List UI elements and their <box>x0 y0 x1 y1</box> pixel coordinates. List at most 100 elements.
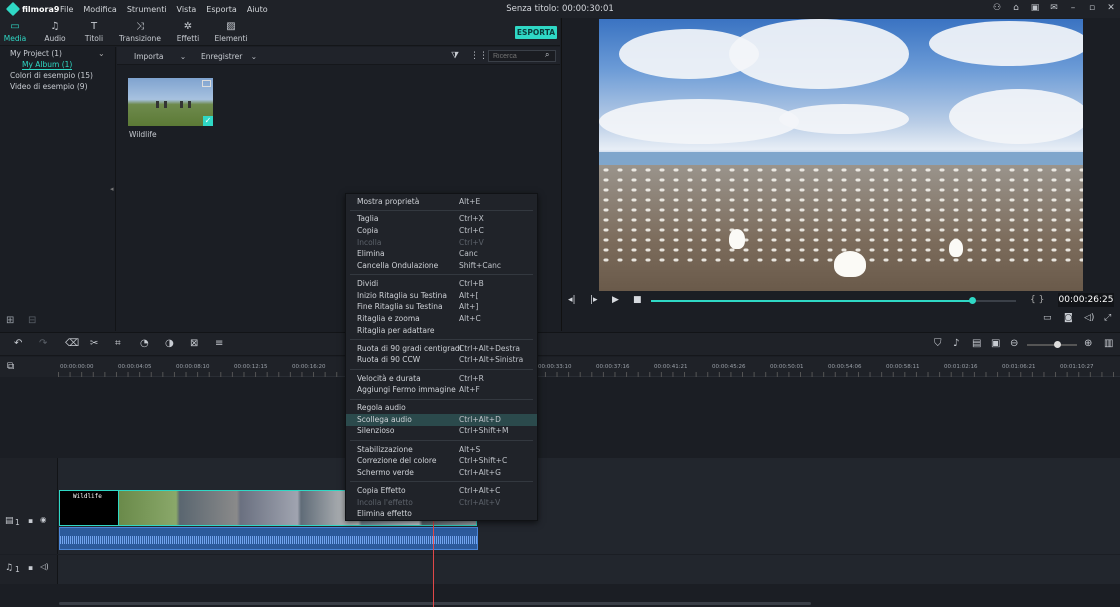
redo-icon[interactable]: ↷ <box>39 338 47 349</box>
menu-aiuto[interactable]: Aiuto <box>247 5 268 14</box>
sidebar-item-colori[interactable]: Colori di esempio (15) <box>10 71 93 80</box>
menu-item-regola-audio[interactable]: Regola audio <box>346 402 537 414</box>
export-button[interactable]: ESPORTA <box>515 26 557 39</box>
tab-audio[interactable]: ♫ Audio <box>44 18 66 46</box>
zoom-handle[interactable] <box>1054 341 1061 348</box>
delete-icon[interactable]: ⌫ <box>65 338 79 349</box>
voiceover-icon[interactable]: ▤ <box>972 338 981 349</box>
tab-elementi[interactable]: ▨ Elementi <box>214 18 248 46</box>
empty-track-area[interactable] <box>0 378 1120 458</box>
title-clip[interactable]: Wildlife <box>59 490 119 526</box>
previous-frame-icon[interactable]: ◂| <box>568 295 576 305</box>
menu-strumenti[interactable]: Strumenti <box>127 5 167 14</box>
menu-item-correzione-colore[interactable]: Correzione del colore Ctrl+Shift+C <box>346 455 537 467</box>
crop-icon[interactable]: ⌗ <box>115 338 121 349</box>
sidebar-item-my-album[interactable]: My Album (1) <box>22 60 73 70</box>
stop-icon[interactable]: ■ <box>633 295 642 305</box>
menu-item-velocita-durata[interactable]: Velocità e durata Ctrl+R <box>346 373 537 385</box>
ruler-label: 00:00:04:05 <box>118 364 152 370</box>
tab-transizione[interactable]: ⤨ Transizione <box>119 18 161 46</box>
menu-item-dividi[interactable]: Dividi Ctrl+B <box>346 278 537 290</box>
zoom-slider[interactable] <box>1027 344 1077 346</box>
menu-vista[interactable]: Vista <box>177 5 197 14</box>
menu-item-label: Ruota di 90 gradi centigradi <box>357 344 462 353</box>
save-icon[interactable]: ▣ <box>1030 2 1040 14</box>
menu-item-taglia[interactable]: Taglia Ctrl+X <box>346 213 537 225</box>
new-folder-icon[interactable]: ⊞ <box>6 315 14 326</box>
tab-media[interactable]: ▭ Media <box>4 18 27 46</box>
collapse-panel-icon[interactable]: ◂ <box>110 185 114 193</box>
menu-item-ritaglia-zooma[interactable]: Ritaglia e zooma Alt+C <box>346 313 537 325</box>
rewind-icon[interactable]: |▸ <box>590 295 598 305</box>
menu-esporta[interactable]: Esporta <box>206 5 237 14</box>
menu-item-fermo-immagine[interactable]: Aggiungi Fermo immagine Alt+F <box>346 384 537 396</box>
menu-item-schermo-verde[interactable]: Schermo verde Ctrl+Alt+G <box>346 467 537 479</box>
timeline-panel-icon[interactable]: ▥ <box>1104 338 1113 349</box>
import-dropdown[interactable]: Importa ⌄ <box>134 52 186 61</box>
menu-item-silenzioso[interactable]: Silenzioso Ctrl+Shift+M <box>346 425 537 437</box>
maximize-icon[interactable]: ▫ <box>1087 2 1097 14</box>
volume-icon[interactable]: ◁) <box>1084 313 1094 323</box>
close-icon[interactable]: ✕ <box>1106 2 1116 14</box>
undo-icon[interactable]: ↶ <box>14 338 22 349</box>
sidebar-item-video[interactable]: Video di esempio (9) <box>10 82 88 91</box>
audio-clip[interactable] <box>59 527 478 550</box>
delete-folder-icon[interactable]: ⊟ <box>28 315 36 326</box>
zoom-out-icon[interactable]: ⊖ <box>1010 338 1018 349</box>
menu-item-copia[interactable]: Copia Ctrl+C <box>346 225 537 237</box>
play-icon[interactable]: ▶ <box>612 295 619 305</box>
menu-item-elimina[interactable]: Elimina Canc <box>346 248 537 260</box>
minimize-icon[interactable]: – <box>1068 2 1078 14</box>
menu-item-scollega-audio[interactable]: Scollega audio Ctrl+Alt+D <box>346 414 537 426</box>
microphone-icon[interactable]: ♪ <box>953 338 959 349</box>
mark-in-out[interactable]: { } <box>1030 295 1044 305</box>
menu-item-ruota-ccw[interactable]: Ruota di 90 CCW Ctrl+Alt+Sinistra <box>346 354 537 366</box>
tab-effetti[interactable]: ✲ Effetti <box>176 18 200 46</box>
menu-item-inizio-ritaglia[interactable]: Inizio Ritaglia su Testina Alt+[ <box>346 290 537 302</box>
filter-icon[interactable]: ⧩ <box>451 51 459 61</box>
snapshot-icon[interactable]: ◙ <box>1064 313 1073 323</box>
menu-item-elimina-effetto[interactable]: Elimina effetto <box>346 508 537 520</box>
sidebar-item-my-project[interactable]: My Project (1) <box>10 49 62 58</box>
menu-item-shortcut: Canc <box>459 249 478 258</box>
render-icon[interactable]: ▣ <box>991 338 1000 349</box>
marker-icon[interactable]: ⛉ <box>934 338 942 349</box>
grid-view-icon[interactable]: ⋮⋮ <box>470 51 488 61</box>
menu-item-stabilizzazione[interactable]: Stabilizzazione Alt+S <box>346 444 537 456</box>
fullscreen-icon[interactable]: ⤢ <box>1104 313 1111 323</box>
mail-icon[interactable]: ✉ <box>1049 2 1059 14</box>
eye-icon[interactable]: ◉ <box>40 515 47 524</box>
ruler-label: 00:00:50:01 <box>770 364 804 370</box>
color-icon[interactable]: ◑ <box>165 338 174 349</box>
green-screen-icon[interactable]: ⊠ <box>190 338 198 349</box>
audio-track[interactable] <box>58 555 1120 584</box>
menu-item-copia-effetto[interactable]: Copia Effetto Ctrl+Alt+C <box>346 485 537 497</box>
speed-icon[interactable]: ◔ <box>140 338 149 349</box>
menu-item-ruota-cw[interactable]: Ruota di 90 gradi centigradi Ctrl+Alt+Des… <box>346 343 537 355</box>
media-thumbnail[interactable] <box>128 78 213 126</box>
menu-file[interactable]: File <box>60 5 73 14</box>
menu-item-mostra-proprieta[interactable]: Mostra proprietà Alt+E <box>346 196 537 208</box>
tab-label: Elementi <box>214 34 248 43</box>
speaker-icon[interactable]: ◁) <box>40 562 49 571</box>
chevron-down-icon[interactable]: ⌄ <box>98 49 105 58</box>
menu-modifica[interactable]: Modifica <box>83 5 116 14</box>
notification-icon[interactable]: ⌂ <box>1011 2 1021 14</box>
search-icon[interactable]: ⌕ <box>545 50 549 60</box>
menu-item-cancella-ondulazione[interactable]: Cancella Ondulazione Shift+Canc <box>346 260 537 272</box>
lock-icon[interactable]: ▪ <box>28 516 33 525</box>
timeline-scrollbar[interactable] <box>59 602 811 605</box>
app-name: filmora9 <box>22 4 60 14</box>
add-track-icon[interactable]: ⧉ <box>7 361 14 372</box>
zoom-in-icon[interactable]: ⊕ <box>1084 338 1092 349</box>
cut-icon[interactable]: ✂ <box>90 338 98 349</box>
menu-item-fine-ritaglia[interactable]: Fine Ritaglia su Testina Alt+] <box>346 301 537 313</box>
lock-icon[interactable]: ▪ <box>28 563 33 572</box>
record-dropdown[interactable]: Enregistrer ⌄ <box>201 52 257 61</box>
display-icon[interactable]: ▭ <box>1043 313 1052 323</box>
account-icon[interactable]: ⚇ <box>992 2 1002 14</box>
audio-mixer-icon[interactable]: ≡ <box>215 338 223 349</box>
menu-item-shortcut: Ctrl+Shift+M <box>459 426 509 435</box>
tab-titoli[interactable]: T Titoli <box>83 18 105 46</box>
menu-item-ritaglia-adattare[interactable]: Ritaglia per adattare <box>346 325 537 337</box>
